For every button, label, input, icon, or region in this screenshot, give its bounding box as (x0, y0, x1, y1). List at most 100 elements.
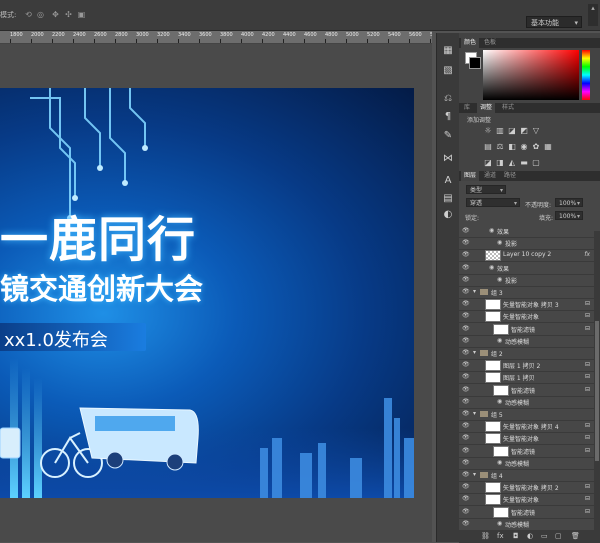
layer-row[interactable]: 👁 ◉ 效果 (459, 262, 600, 275)
layer-row[interactable]: 👁 智能滤镜 ⊟ (459, 445, 600, 458)
visibility-eye-icon[interactable]: 👁 (462, 471, 470, 478)
properties-panel-icon[interactable]: ▤ (442, 193, 454, 205)
channel-mixer-icon[interactable]: ✿ (531, 142, 541, 152)
visibility-eye-icon[interactable]: 👁 (462, 227, 470, 234)
exposure-icon[interactable]: ◩ (519, 126, 529, 136)
expand-arrow-icon[interactable]: ▾ (473, 471, 476, 478)
visibility-eye-icon[interactable]: 👁 (462, 288, 470, 295)
posterize-icon[interactable]: ◨ (495, 158, 505, 168)
expand-arrow-icon[interactable]: ▾ (473, 410, 476, 417)
visibility-eye-icon[interactable]: 👁 (462, 300, 470, 307)
effect-eye-icon[interactable]: ◉ (497, 337, 502, 344)
selective-color-icon[interactable]: ▢ (531, 158, 541, 168)
background-color-swatch[interactable] (469, 57, 481, 69)
fx-badge-icon[interactable]: fx (584, 251, 590, 258)
new-layer-icon[interactable]: ▢ (555, 532, 562, 540)
layer-row[interactable]: 👁 ◉ 动感模糊 (459, 457, 600, 470)
visibility-eye-icon[interactable]: 👁 (462, 508, 470, 515)
adjustment-layer-icon[interactable]: ◐ (527, 532, 533, 540)
visibility-eye-icon[interactable]: 👁 (462, 337, 470, 344)
brightness-icon[interactable]: ☼ (483, 126, 493, 136)
layer-row[interactable]: 👁 矢量智能对象 ⊟ (459, 310, 600, 324)
effect-eye-icon[interactable]: ◉ (497, 520, 502, 527)
effect-eye-icon[interactable]: ◉ (497, 239, 502, 246)
layer-row[interactable]: 👁 矢量智能对象 拷贝 4 ⊟ (459, 420, 600, 434)
vibrance-icon[interactable]: ▽ (531, 126, 541, 136)
threshold-icon[interactable]: ◭ (507, 158, 517, 168)
expand-arrow-icon[interactable]: ▾ (473, 349, 476, 356)
workspace-dropdown[interactable]: 基本功能 (526, 16, 582, 29)
visibility-eye-icon[interactable]: 👁 (462, 312, 470, 319)
brush-panel-icon[interactable]: ✎ (442, 130, 454, 142)
layer-group-row[interactable]: 👁 ▾ 组 4 (459, 469, 600, 482)
scroll-thumb[interactable] (595, 321, 599, 461)
layer-row[interactable]: 👁 ◉ 动感模糊 (459, 396, 600, 409)
canvas-artwork[interactable]: 一鹿同行 镜交通创新大会 xx1.0发布会 (0, 88, 414, 498)
tab-styles[interactable]: 样式 (499, 103, 517, 113)
visibility-eye-icon[interactable]: 👁 (462, 325, 470, 332)
visibility-eye-icon[interactable]: 👁 (462, 459, 470, 466)
visibility-eye-icon[interactable]: 👁 (462, 361, 470, 368)
photo-filter-icon[interactable]: ◉ (519, 142, 529, 152)
tab-paths[interactable]: 路径 (501, 171, 519, 181)
blend-mode-dropdown[interactable]: 穿透 (466, 198, 520, 208)
layer-kind-filter[interactable]: 类型 (466, 185, 506, 195)
new-group-icon[interactable]: ▭ (541, 532, 548, 540)
layer-row[interactable]: 👁 矢量智能对象 拷贝 2 ⊟ (459, 481, 600, 495)
mask-icon[interactable]: ◘ (513, 532, 519, 540)
layer-row[interactable]: 👁 智能滤镜 ⊟ (459, 384, 600, 397)
layers-scrollbar[interactable] (594, 231, 600, 531)
info-panel-icon[interactable]: ◐ (442, 209, 454, 221)
hue-slider[interactable] (582, 50, 590, 100)
effect-eye-icon[interactable]: ◉ (489, 264, 494, 271)
layer-row[interactable]: 👁 ◉ 效果 (459, 225, 600, 238)
black-white-icon[interactable]: ◧ (507, 142, 517, 152)
layer-group-row[interactable]: 👁 ▾ 组 5 (459, 408, 600, 421)
tab-libraries[interactable]: 库 (461, 103, 473, 113)
layer-row[interactable]: 👁 智能滤镜 ⊟ (459, 506, 600, 519)
layer-row[interactable]: 👁 ◉ 动感模糊 (459, 518, 600, 531)
slide-3d-icon[interactable]: ✣ (64, 10, 73, 19)
tab-channels[interactable]: 通道 (481, 171, 499, 181)
roll-3d-icon[interactable]: ◎ (36, 10, 45, 19)
tab-adjustments[interactable]: 调整 (477, 103, 496, 113)
levels-icon[interactable]: ▥ (495, 126, 505, 136)
delete-layer-icon[interactable]: 🗑 (571, 532, 580, 540)
layer-row[interactable]: 👁 图层 1 拷贝 2 ⊟ (459, 359, 600, 373)
color-field[interactable] (483, 50, 579, 100)
layer-group-row[interactable]: 👁 ▾ 组 3 (459, 286, 600, 299)
visibility-eye-icon[interactable]: 👁 (462, 276, 470, 283)
visibility-eye-icon[interactable]: 👁 (462, 386, 470, 393)
color-lookup-icon[interactable]: ▦ (543, 142, 553, 152)
opacity-field[interactable]: 100% (555, 198, 583, 208)
tab-color[interactable]: 颜色 (461, 38, 480, 48)
effect-eye-icon[interactable]: ◉ (497, 398, 502, 405)
visibility-eye-icon[interactable]: 👁 (462, 373, 470, 380)
layer-group-row[interactable]: 👁 ▾ 组 2 (459, 347, 600, 360)
layer-row[interactable]: 👁 Layer 10 copy 2 fx (459, 249, 600, 263)
visibility-eye-icon[interactable]: 👁 (462, 495, 470, 502)
rotate-3d-icon[interactable]: ⟲ (24, 10, 33, 19)
layer-row[interactable]: 👁 矢量智能对象 ⊟ (459, 493, 600, 507)
visibility-eye-icon[interactable]: 👁 (462, 251, 470, 258)
color-panel-icon[interactable]: ▦ (442, 45, 454, 57)
effect-eye-icon[interactable]: ◉ (497, 276, 502, 283)
visibility-eye-icon[interactable]: 👁 (462, 349, 470, 356)
layer-row[interactable]: 👁 矢量智能对象 拷贝 3 ⊟ (459, 298, 600, 312)
expand-arrow-icon[interactable]: ▾ (473, 288, 476, 295)
visibility-eye-icon[interactable]: 👁 (462, 422, 470, 429)
hue-saturation-icon[interactable]: ▤ (483, 142, 493, 152)
visibility-eye-icon[interactable]: 👁 (462, 264, 470, 271)
visibility-eye-icon[interactable]: 👁 (462, 434, 470, 441)
visibility-eye-icon[interactable]: 👁 (462, 410, 470, 417)
swatches-panel-icon[interactable]: ▧ (442, 65, 454, 77)
history-panel-icon[interactable]: ⎌ (442, 93, 454, 105)
color-balance-icon[interactable]: ⚖ (495, 142, 505, 152)
layer-row[interactable]: 👁 ◉ 投影 (459, 274, 600, 287)
layer-row[interactable]: 👁 图层 1 拷贝 ⊟ (459, 371, 600, 385)
panel-collapse-icon[interactable]: ▴ (588, 4, 598, 26)
link-layers-icon[interactable]: ⛓ (481, 532, 490, 540)
adjust-panel-icon[interactable]: ⋈ (442, 153, 454, 165)
visibility-eye-icon[interactable]: 👁 (462, 447, 470, 454)
invert-icon[interactable]: ◪ (483, 158, 493, 168)
